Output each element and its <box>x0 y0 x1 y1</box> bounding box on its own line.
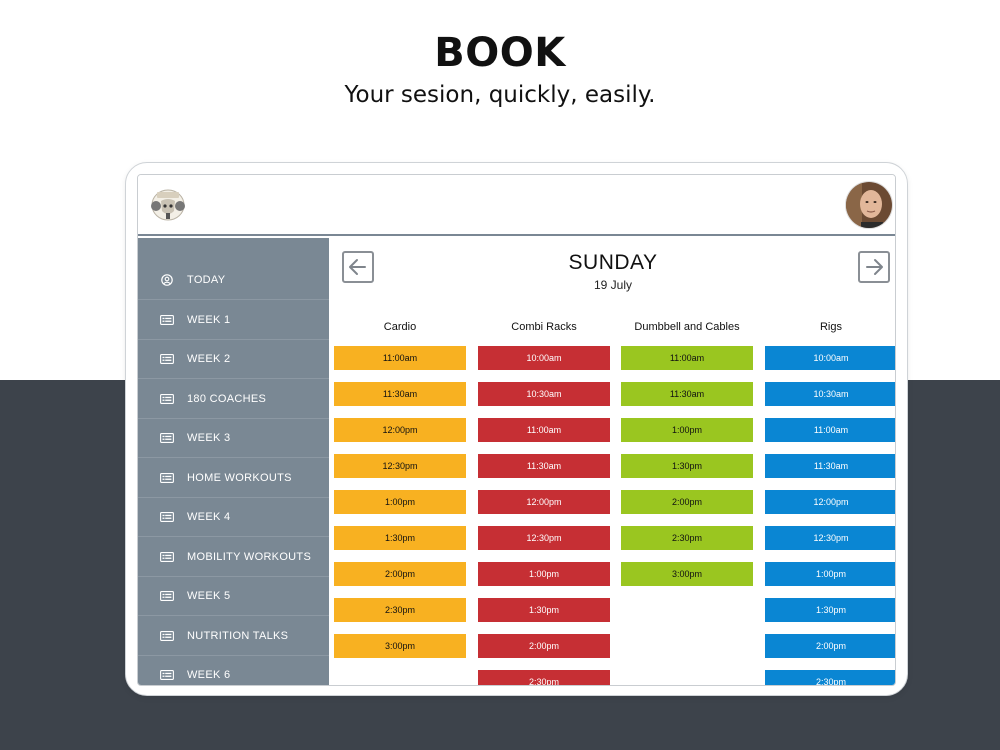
arrow-right-icon <box>866 259 883 275</box>
time-slot-button[interactable]: 1:30pm <box>334 526 466 550</box>
list-card-icon <box>160 314 174 325</box>
sidebar-item-label: HOME WORKOUTS <box>187 471 292 484</box>
time-slot-button[interactable]: 11:00am <box>621 346 753 370</box>
app-screen: TODAY WEEK 1 WEEK 2 180 COACHES WEEK 3 HOME W… <box>137 174 896 686</box>
time-slot-button[interactable]: 3:00pm <box>334 634 466 658</box>
list-card-icon <box>160 591 174 601</box>
time-slot-button[interactable]: 2:30pm <box>334 598 466 622</box>
sidebar-item-week-4[interactable]: WEEK 4 <box>138 498 329 537</box>
time-slot-button[interactable]: 1:30pm <box>621 454 753 478</box>
time-slot-button[interactable]: 12:00pm <box>334 418 466 442</box>
schedule-day: SUNDAY <box>568 251 658 274</box>
time-slot-button[interactable]: 11:30am <box>334 382 466 406</box>
sidebar-item-nutrition-talks[interactable]: NUTRITION TALKS <box>138 617 329 656</box>
hero-title: BOOK <box>434 30 566 76</box>
column-header-dumbbell-and-cables: Dumbbell and Cables <box>634 321 740 333</box>
time-slot-button[interactable]: 11:00am <box>478 418 610 442</box>
time-slot-button[interactable]: 12:30pm <box>478 526 610 550</box>
gym-logo-icon[interactable] <box>150 187 186 223</box>
list-card-icon <box>160 393 174 404</box>
sidebar-item-label: MOBILITY WORKOUTS <box>187 550 312 563</box>
sidebar-item-week-2[interactable]: WEEK 2 <box>138 340 329 379</box>
list-card-icon <box>160 512 174 522</box>
column-header-combi-racks: Combi Racks <box>511 321 577 333</box>
time-slot-button[interactable]: 11:30am <box>478 454 610 478</box>
hero-subtitle: Your sesion, quickly, easily. <box>344 82 656 108</box>
time-slot-button[interactable]: 2:30pm <box>765 670 895 685</box>
sidebar-item-today[interactable]: TODAY <box>138 261 329 300</box>
sidebar-item-home-workouts[interactable]: HOME WORKOUTS <box>138 459 329 498</box>
time-slot-button[interactable]: 1:00pm <box>478 562 610 586</box>
column-header-rigs: Rigs <box>819 321 842 333</box>
user-circle-icon <box>161 274 173 286</box>
sidebar-item-mobility-workouts[interactable]: MOBILITY WORKOUTS <box>138 538 329 577</box>
time-slot-button[interactable]: 10:00am <box>478 346 610 370</box>
sidebar-item-label: WEEK 5 <box>187 590 231 602</box>
time-slot-button[interactable]: 1:30pm <box>765 598 895 622</box>
list-card-icon <box>160 433 174 443</box>
time-slot-button[interactable]: 12:00pm <box>478 490 610 514</box>
time-slot-button[interactable]: 2:30pm <box>621 526 753 550</box>
sidebar-item-label: NUTRITION TALKS <box>187 629 289 642</box>
time-slot-button[interactable]: 2:00pm <box>478 634 610 658</box>
sidebar-item-180-coaches[interactable]: 180 COACHES <box>138 380 329 419</box>
time-slot-button[interactable]: 10:30am <box>478 382 610 406</box>
sidebar-item-week-3[interactable]: WEEK 3 <box>138 419 329 458</box>
time-slot-button[interactable]: 2:00pm <box>765 634 895 658</box>
time-slot-button[interactable]: 3:00pm <box>621 562 753 586</box>
time-slot-button[interactable]: 2:30pm <box>478 670 610 685</box>
sidebar-item-week-5[interactable]: WEEK 5 <box>138 577 329 616</box>
time-slot-button[interactable]: 10:30am <box>765 382 895 406</box>
next-day-button[interactable] <box>858 251 890 283</box>
list-card-icon <box>160 630 174 641</box>
sidebar-item-label: WEEK 1 <box>187 313 231 326</box>
sidebar-item-week-6[interactable]: WEEK 6 <box>138 656 329 685</box>
schedule-panel: SUNDAY 19 July Cardio 11:00am 11:30am 12:00… <box>329 238 895 685</box>
sidebar-item-label: WEEK 6 <box>187 669 231 681</box>
time-slot-button[interactable]: 1:00pm <box>334 490 466 514</box>
sidebar-item-week-1[interactable]: WEEK 1 <box>138 301 329 340</box>
sidebar-item-label: WEEK 3 <box>187 432 231 444</box>
schedule-date: 19 July <box>593 278 633 292</box>
column-header-cardio: Cardio <box>383 321 417 333</box>
sidebar-nav: TODAY WEEK 1 WEEK 2 180 COACHES WEEK 3 HOME W… <box>138 238 329 685</box>
list-card-icon <box>160 551 174 562</box>
time-slot-button[interactable]: 1:30pm <box>478 598 610 622</box>
sidebar-item-label: WEEK 4 <box>187 511 231 523</box>
time-slot-button[interactable]: 11:30am <box>621 382 753 406</box>
sidebar-item-label: TODAY <box>187 274 226 286</box>
time-slot-button[interactable]: 12:30pm <box>765 526 895 550</box>
sidebar-item-label: WEEK 2 <box>187 353 231 365</box>
time-slot-button[interactable]: 11:00am <box>334 346 466 370</box>
time-slot-button[interactable]: 2:00pm <box>334 562 466 586</box>
time-slot-button[interactable]: 12:30pm <box>334 454 466 478</box>
list-card-icon <box>160 354 174 364</box>
list-card-icon <box>160 670 174 680</box>
time-slot-button[interactable]: 2:00pm <box>621 490 753 514</box>
time-slot-button[interactable]: 10:00am <box>765 346 895 370</box>
time-slot-button[interactable]: 11:00am <box>765 418 895 442</box>
user-avatar[interactable] <box>845 181 893 229</box>
time-slot-button[interactable]: 1:00pm <box>765 562 895 586</box>
list-card-icon <box>160 472 174 483</box>
sidebar-item-label: 180 COACHES <box>187 392 267 405</box>
time-slot-button[interactable]: 1:00pm <box>621 418 753 442</box>
time-slot-button[interactable]: 12:00pm <box>765 490 895 514</box>
time-slot-button[interactable]: 11:30am <box>765 454 895 478</box>
app-header <box>138 175 895 236</box>
